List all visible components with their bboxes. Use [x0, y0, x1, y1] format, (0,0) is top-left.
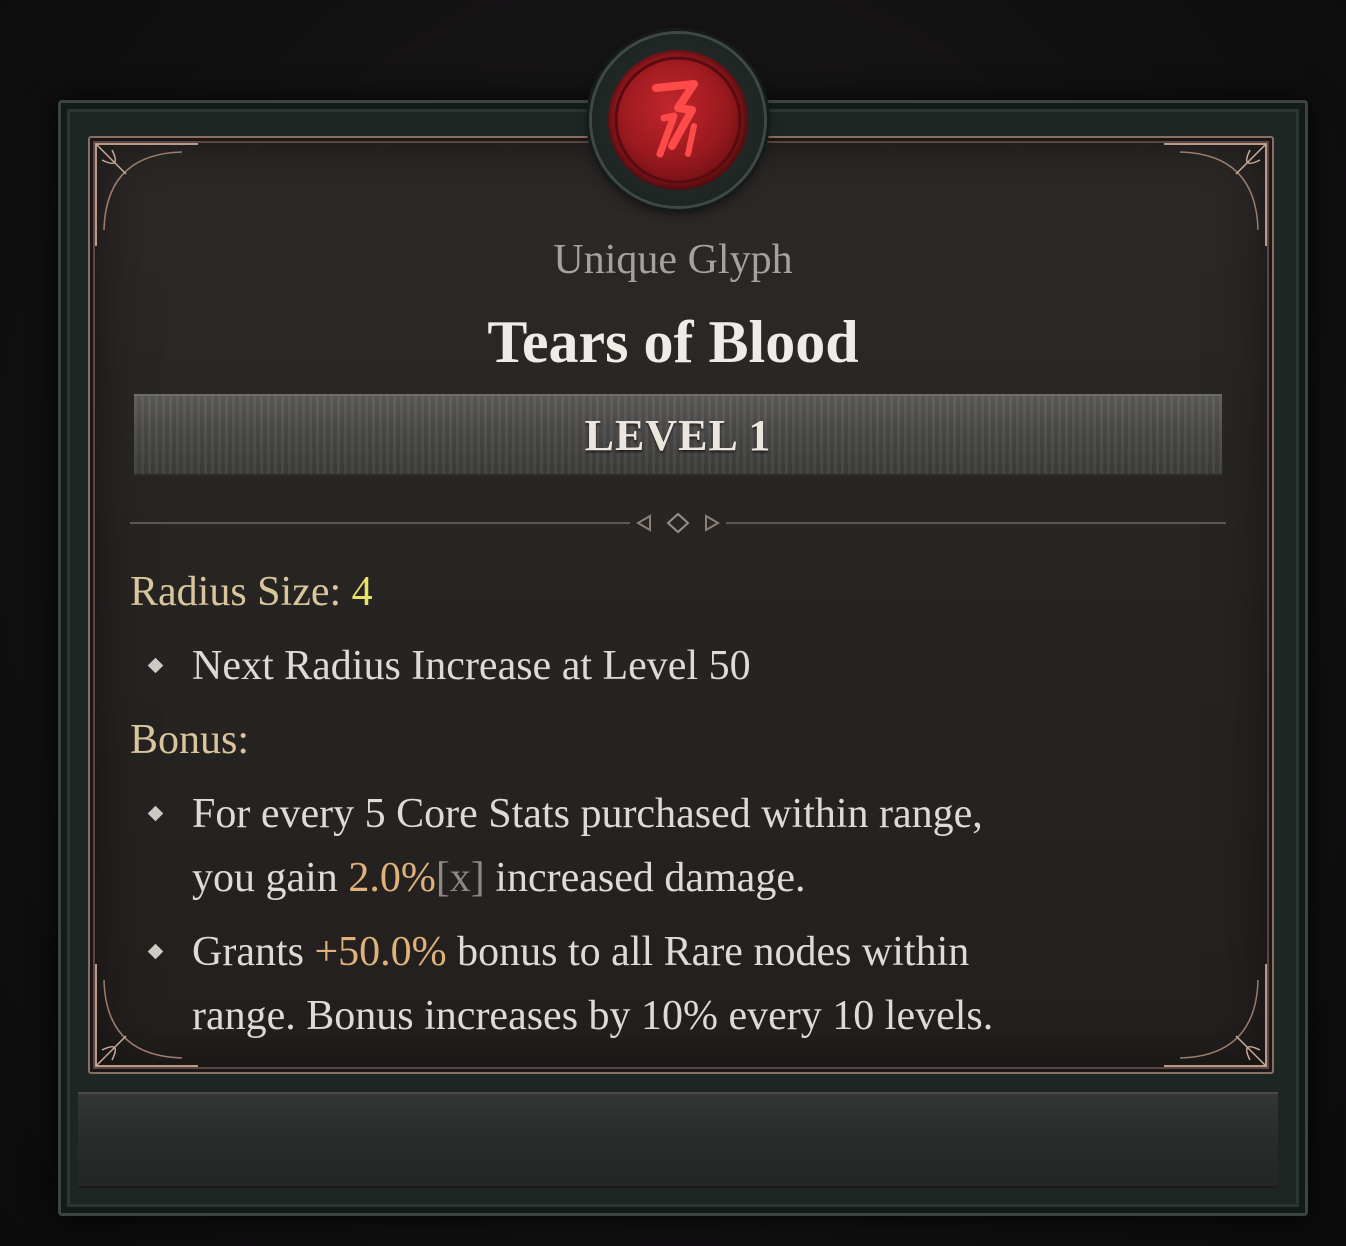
bonus-2-line-b: range. Bonus increases by 10% every 10 l… — [192, 993, 994, 1039]
glyph-stats: Radius Size: 4 Next Radius Increase at L… — [130, 560, 1230, 1048]
glyph-level: LEVEL 1 — [584, 410, 772, 460]
bonus-2-post: bonus to all Rare nodes within — [446, 929, 970, 975]
level-banner: LEVEL 1 — [134, 394, 1222, 476]
tooltip-bottom-strip — [78, 1092, 1278, 1188]
bonus-2-value: +50.0% — [314, 929, 447, 975]
bullet-diamond-icon — [147, 805, 164, 822]
section-divider — [130, 510, 1226, 536]
bonus-2-line-a: Grants +50.0% bonus to all Rare nodes wi… — [192, 920, 1230, 984]
bonus-label: Bonus: — [130, 717, 250, 763]
bonus-1-value: 2.0% — [348, 855, 436, 901]
bonus-item-2: Grants +50.0% bonus to all Rare nodes wi… — [130, 920, 1230, 1048]
corner-ornament-icon — [92, 140, 202, 250]
radius-row: Radius Size: 4 — [130, 560, 1230, 624]
bullet-diamond-icon — [147, 943, 164, 960]
bonus-1-pre: you gain — [192, 855, 349, 901]
bonus-1-line-a: For every 5 Core Stats purchased within … — [192, 791, 983, 837]
next-radius-row: Next Radius Increase at Level 50 — [130, 634, 1230, 698]
glyph-name: Tears of Blood — [487, 309, 859, 375]
corner-ornament-icon — [1160, 140, 1270, 250]
bonus-2-pre: Grants — [192, 929, 315, 975]
radius-label: Radius Size: — [130, 569, 342, 615]
bonus-header-row: Bonus: — [130, 708, 1230, 772]
bonus-1-line-b: you gain 2.0%[x] increased damage. — [192, 846, 1230, 910]
bonus-item-1: For every 5 Core Stats purchased within … — [130, 782, 1230, 910]
radius-value: 4 — [351, 569, 373, 615]
glyph-rarity-type: Unique Glyph — [553, 237, 793, 283]
bonus-1-post: increased damage. — [484, 855, 806, 901]
glyph-emblem — [592, 34, 764, 206]
multiplicative-tag: [x] — [435, 855, 485, 901]
glyph-tooltip-scene: Unique Glyph Tears of Blood LEVEL 1 Radi… — [0, 0, 1346, 1246]
next-radius-text: Next Radius Increase at Level 50 — [192, 643, 751, 689]
bullet-diamond-icon — [147, 657, 164, 674]
blood-glyph-rune-icon — [608, 50, 748, 190]
